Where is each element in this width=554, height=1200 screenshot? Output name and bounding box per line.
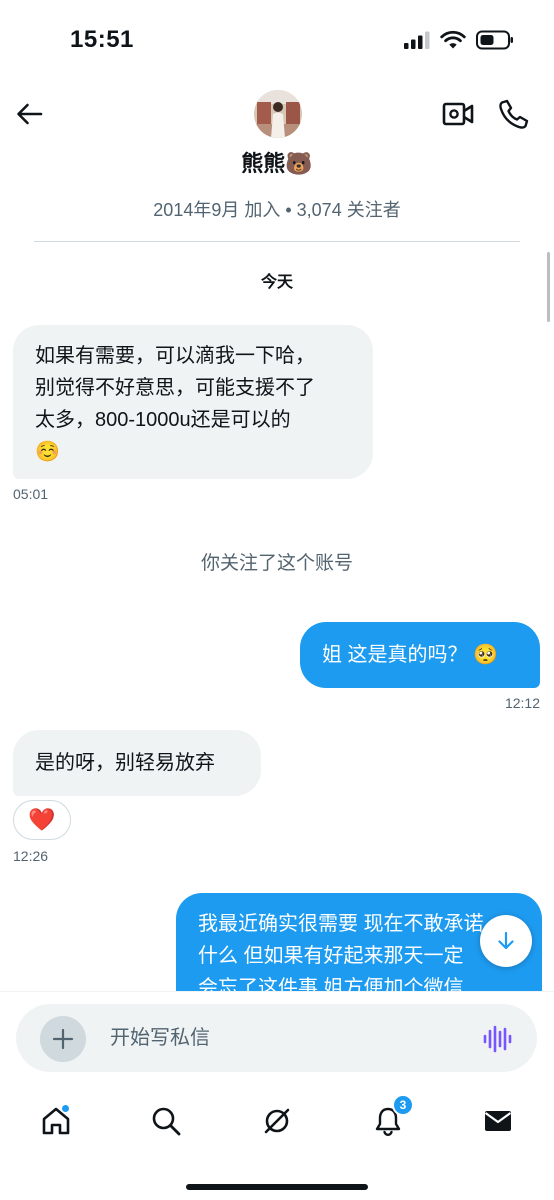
status-bar: 15:51 — [0, 0, 554, 84]
scroll-to-bottom-button[interactable] — [480, 915, 532, 967]
status-time: 15:51 — [70, 26, 134, 53]
heart-reaction[interactable]: ❤️ — [13, 800, 71, 840]
message-text-line: 如果有需要，可以滴我一下哈， — [35, 345, 315, 367]
composer-area — [0, 991, 554, 1083]
nav-messages[interactable] — [478, 1101, 518, 1141]
video-call-button[interactable] — [442, 99, 474, 129]
avatar-photo — [254, 90, 302, 138]
message-text-line: 太多，800-1000u还是可以的 — [35, 409, 291, 431]
message-timestamp: 05:01 — [13, 486, 49, 502]
bottom-nav: 3 — [0, 1083, 554, 1200]
join-info: 2014年9月 加入 • 3,074 关注者 — [153, 200, 401, 220]
message-input[interactable] — [110, 1004, 470, 1072]
video-camera-icon — [442, 102, 474, 126]
message-text-line: 我最近确实很需要 现在不敢承诺 — [198, 913, 484, 935]
header-divider — [34, 241, 520, 242]
nav-search[interactable] — [146, 1101, 186, 1141]
message-text-line: 是的呀，别轻易放弃 — [35, 752, 215, 774]
status-icons — [404, 30, 514, 55]
voice-waveform-icon — [483, 1025, 512, 1053]
signal-icon — [404, 31, 430, 54]
message-text-line: 姐 这是真的吗？ 🥺 — [322, 644, 499, 666]
composer — [16, 1004, 537, 1072]
home-notification-dot — [61, 1104, 70, 1113]
grok-icon — [264, 1108, 290, 1134]
notification-badge: 3 — [392, 1094, 414, 1116]
back-button[interactable] — [14, 98, 46, 130]
search-icon — [152, 1107, 181, 1136]
message-bubble-incoming[interactable]: 如果有需要，可以滴我一下哈， 别觉得不好意思，可能支援不了 太多，800-100… — [13, 325, 373, 479]
message-timestamp: 12:12 — [504, 695, 540, 711]
message-timestamp: 12:26 — [13, 848, 49, 864]
message-text-line: 别觉得不好意思，可能支援不了 — [35, 377, 315, 399]
battery-icon — [476, 30, 514, 55]
arrow-down-icon — [498, 931, 514, 950]
message-bubble-incoming[interactable]: 是的呀，别轻易放弃 — [13, 730, 261, 796]
nav-grok[interactable] — [257, 1101, 297, 1141]
display-name[interactable]: 熊熊🐻 — [0, 146, 554, 178]
phone-icon — [499, 99, 529, 129]
avatar[interactable] — [254, 90, 302, 138]
message-emoji: ☺️ — [35, 441, 60, 463]
follow-notice: 你关注了这个账号 — [200, 553, 353, 574]
plus-icon — [52, 1028, 74, 1050]
message-text-line: 什么 但如果有好起来那天一定 — [198, 945, 464, 967]
message-bubble-outgoing[interactable]: 姐 这是真的吗？ 🥺 — [300, 622, 540, 688]
wifi-icon — [440, 30, 466, 55]
add-media-button[interactable] — [40, 1016, 86, 1062]
day-separator: 今天 — [260, 274, 293, 291]
mail-icon — [484, 1111, 512, 1131]
voice-message-button[interactable] — [482, 1024, 512, 1054]
nav-home[interactable] — [36, 1101, 76, 1141]
nav-notifications[interactable]: 3 — [368, 1094, 414, 1141]
phone-call-button[interactable] — [498, 98, 530, 130]
back-arrow-icon — [17, 103, 43, 125]
home-indicator — [186, 1184, 368, 1190]
